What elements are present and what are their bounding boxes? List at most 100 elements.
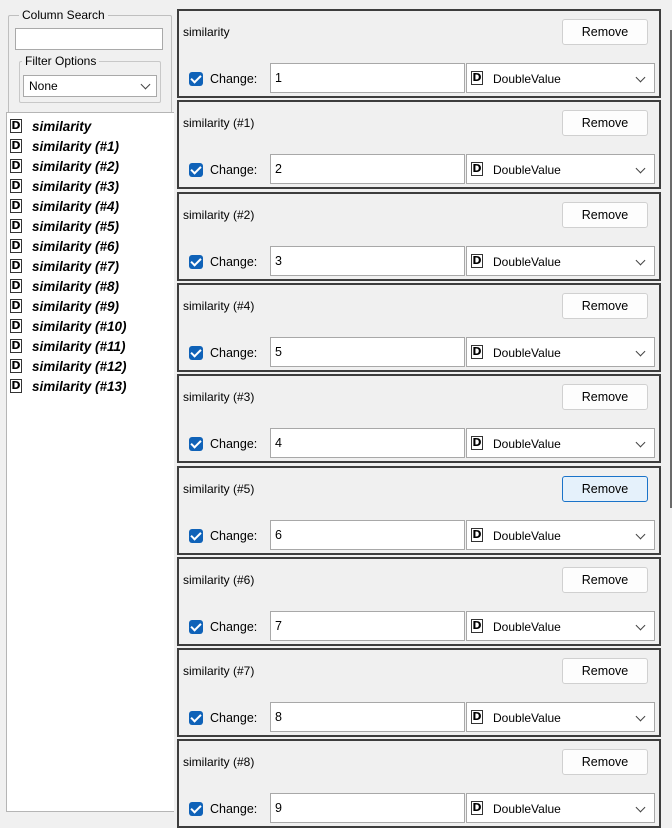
filter-options-select[interactable]: None [23, 75, 157, 97]
column-name: similarity (#3) [32, 178, 120, 194]
column-search-input[interactable] [15, 28, 163, 50]
change-checkbox[interactable] [189, 437, 203, 452]
change-label: Change: [210, 72, 258, 86]
change-label: Change: [210, 619, 258, 634]
type-select[interactable]: D DoubleValue [466, 63, 655, 93]
new-name-input[interactable]: 6 [270, 519, 465, 550]
chevron-down-icon [635, 346, 646, 357]
double-type-icon: D [471, 344, 483, 359]
change-label: Change: [210, 528, 258, 543]
list-item[interactable]: Dsimilarity (#3) [10, 176, 119, 196]
column-list[interactable]: Dsimilarity Dsimilarity (#1) Dsimilarity (… [6, 112, 174, 812]
type-select[interactable]: D DoubleValue [466, 336, 655, 367]
type-select[interactable]: D DoubleValue [466, 793, 655, 824]
change-checkbox[interactable] [189, 72, 203, 86]
list-item[interactable]: Dsimilarity (#4) [10, 196, 119, 216]
column-panel: similarity Remove Change: 1 D DoubleValue [177, 9, 661, 98]
column-name: similarity (#10) [32, 318, 127, 334]
chevron-down-icon [635, 437, 646, 448]
column-panel: similarity (#8) Remove Change: 9 D DoubleValu… [177, 739, 661, 828]
list-item[interactable]: Dsimilarity (#6) [10, 236, 119, 256]
remove-button[interactable]: Remove [562, 19, 648, 45]
remove-button[interactable]: Remove [562, 749, 648, 776]
double-type-icon: D [471, 162, 483, 177]
new-name-input[interactable]: 1 [270, 63, 465, 93]
list-item[interactable]: Dsimilarity (#12) [10, 356, 127, 376]
chevron-down-icon [635, 620, 646, 631]
change-label: Change: [210, 711, 258, 726]
chevron-down-icon [140, 79, 151, 90]
type-select[interactable]: D DoubleValue [466, 702, 655, 733]
double-type-icon: D [471, 71, 483, 85]
double-type-icon: D [471, 618, 483, 633]
list-item[interactable]: Dsimilarity [10, 116, 91, 136]
new-name-input[interactable]: 7 [270, 610, 465, 641]
column-panel: similarity (#1) Remove Change: 2 D DoubleValu… [177, 100, 661, 190]
remove-button[interactable]: Remove [562, 475, 648, 502]
column-panel: similarity (#3) Remove Change: 4 D DoubleValu… [177, 374, 661, 464]
change-label: Change: [210, 437, 258, 452]
new-name-input[interactable]: 2 [270, 154, 465, 185]
remove-button[interactable]: Remove [562, 566, 648, 593]
chevron-down-icon [635, 255, 646, 266]
type-value: DoubleValue [493, 345, 561, 360]
filter-options-value: None [29, 79, 58, 93]
chevron-down-icon [635, 163, 646, 174]
change-checkbox[interactable] [189, 802, 203, 817]
type-select[interactable]: D DoubleValue [466, 610, 655, 641]
change-checkbox[interactable] [189, 619, 203, 634]
double-type-icon: D [10, 239, 22, 253]
column-name: similarity (#6) [32, 238, 120, 254]
list-item[interactable]: Dsimilarity (#2) [10, 156, 119, 176]
change-checkbox[interactable] [189, 163, 203, 178]
list-item[interactable]: Dsimilarity (#13) [10, 376, 127, 396]
remove-button[interactable]: Remove [562, 292, 648, 319]
new-name-input[interactable]: 9 [270, 793, 465, 824]
change-checkbox[interactable] [189, 254, 203, 269]
type-select[interactable]: D DoubleValue [466, 245, 655, 276]
panel-title: similarity (#1) [183, 116, 255, 131]
remove-button[interactable]: Remove [562, 201, 648, 228]
chevron-down-icon [635, 529, 646, 539]
list-item[interactable]: Dsimilarity (#9) [10, 296, 119, 316]
type-select[interactable]: D DoubleValue [466, 154, 655, 185]
column-panel: similarity (#7) Remove Change: 8 D DoubleValu… [177, 648, 661, 738]
type-value: DoubleValue [493, 72, 561, 86]
remove-button[interactable]: Remove [562, 384, 648, 411]
change-checkbox[interactable] [189, 528, 203, 543]
change-label: Change: [210, 163, 258, 178]
list-item[interactable]: Dsimilarity (#7) [10, 256, 119, 276]
chevron-down-icon [635, 711, 646, 722]
list-item[interactable]: Dsimilarity (#1) [10, 136, 119, 156]
change-label: Change: [210, 345, 258, 360]
list-item[interactable]: Dsimilarity (#11) [10, 336, 126, 356]
new-name-input[interactable]: 3 [270, 245, 465, 276]
column-name: similarity (#11) [32, 338, 126, 354]
column-name: similarity (#7) [32, 258, 120, 274]
column-panel: similarity (#5) Remove Change: 6 D DoubleValu… [177, 465, 661, 555]
type-value: DoubleValue [493, 437, 561, 452]
list-item[interactable]: Dsimilarity (#10) [10, 316, 127, 336]
panel-title: similarity [183, 25, 230, 39]
column-panel: similarity (#4) Remove Change: 5 D DoubleValu… [177, 282, 661, 372]
column-name: similarity (#8) [32, 278, 120, 294]
new-name-input[interactable]: 5 [270, 336, 465, 367]
new-name-input[interactable]: 4 [270, 428, 465, 459]
column-search-label: Column Search [19, 7, 108, 23]
type-value: DoubleValue [493, 163, 561, 178]
list-item[interactable]: Dsimilarity (#8) [10, 276, 119, 296]
type-value: DoubleValue [493, 254, 561, 269]
new-name-input[interactable]: 8 [270, 702, 465, 733]
list-item[interactable]: Dsimilarity (#5) [10, 216, 119, 236]
double-type-icon: D [10, 199, 22, 213]
change-checkbox[interactable] [189, 345, 203, 360]
remove-button[interactable]: Remove [562, 658, 648, 685]
double-type-icon: D [471, 436, 483, 451]
type-select[interactable]: D DoubleValue [466, 519, 655, 550]
panel-title: similarity (#5) [183, 481, 255, 496]
double-type-icon: D [10, 319, 22, 333]
remove-button[interactable]: Remove [562, 110, 648, 137]
type-select[interactable]: D DoubleValue [466, 428, 655, 459]
change-checkbox[interactable] [189, 711, 203, 726]
column-settings-pane: similarity Remove Change: 1 D DoubleValue simi… [174, 8, 662, 828]
